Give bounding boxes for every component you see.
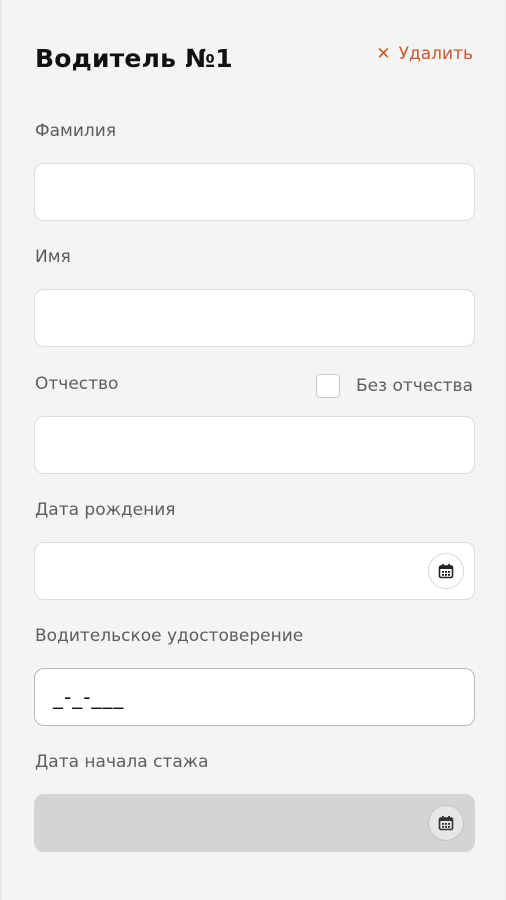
experience-start-input	[34, 794, 475, 852]
delete-label: Удалить	[398, 44, 473, 64]
last-name-label: Фамилия	[35, 121, 117, 141]
experience-start-label: Дата начала стажа	[35, 752, 209, 772]
first-name-label: Имя	[35, 247, 71, 267]
card-header: Водитель №1 ✕ Удалить	[35, 44, 473, 73]
license-mask: _-_-___	[53, 685, 125, 709]
birth-date-input[interactable]	[34, 542, 475, 600]
no-patronymic-checkbox[interactable]	[315, 374, 340, 398]
calendar-icon	[438, 564, 454, 579]
card-title: Водитель №1	[35, 44, 233, 73]
experience-start-calendar-button	[428, 805, 464, 841]
patronymic-input[interactable]	[34, 416, 475, 474]
no-patronymic-label: Без отчества	[355, 376, 473, 396]
license-label: Водительское удостоверение	[35, 626, 304, 646]
birth-date-label: Дата рождения	[35, 500, 176, 520]
delete-button[interactable]: ✕ Удалить	[376, 44, 473, 64]
calendar-icon	[438, 816, 454, 831]
no-patronymic-option[interactable]: Без отчества	[315, 374, 473, 398]
birth-date-calendar-button[interactable]	[428, 553, 464, 589]
license-input[interactable]: _-_-___	[34, 668, 475, 726]
patronymic-label: Отчество	[35, 374, 119, 394]
close-icon: ✕	[376, 43, 391, 64]
last-name-input[interactable]	[34, 163, 475, 221]
first-name-input[interactable]	[34, 289, 475, 347]
driver-card: Водитель №1 ✕ Удалить Фамилия Имя Отчест…	[0, 0, 506, 900]
